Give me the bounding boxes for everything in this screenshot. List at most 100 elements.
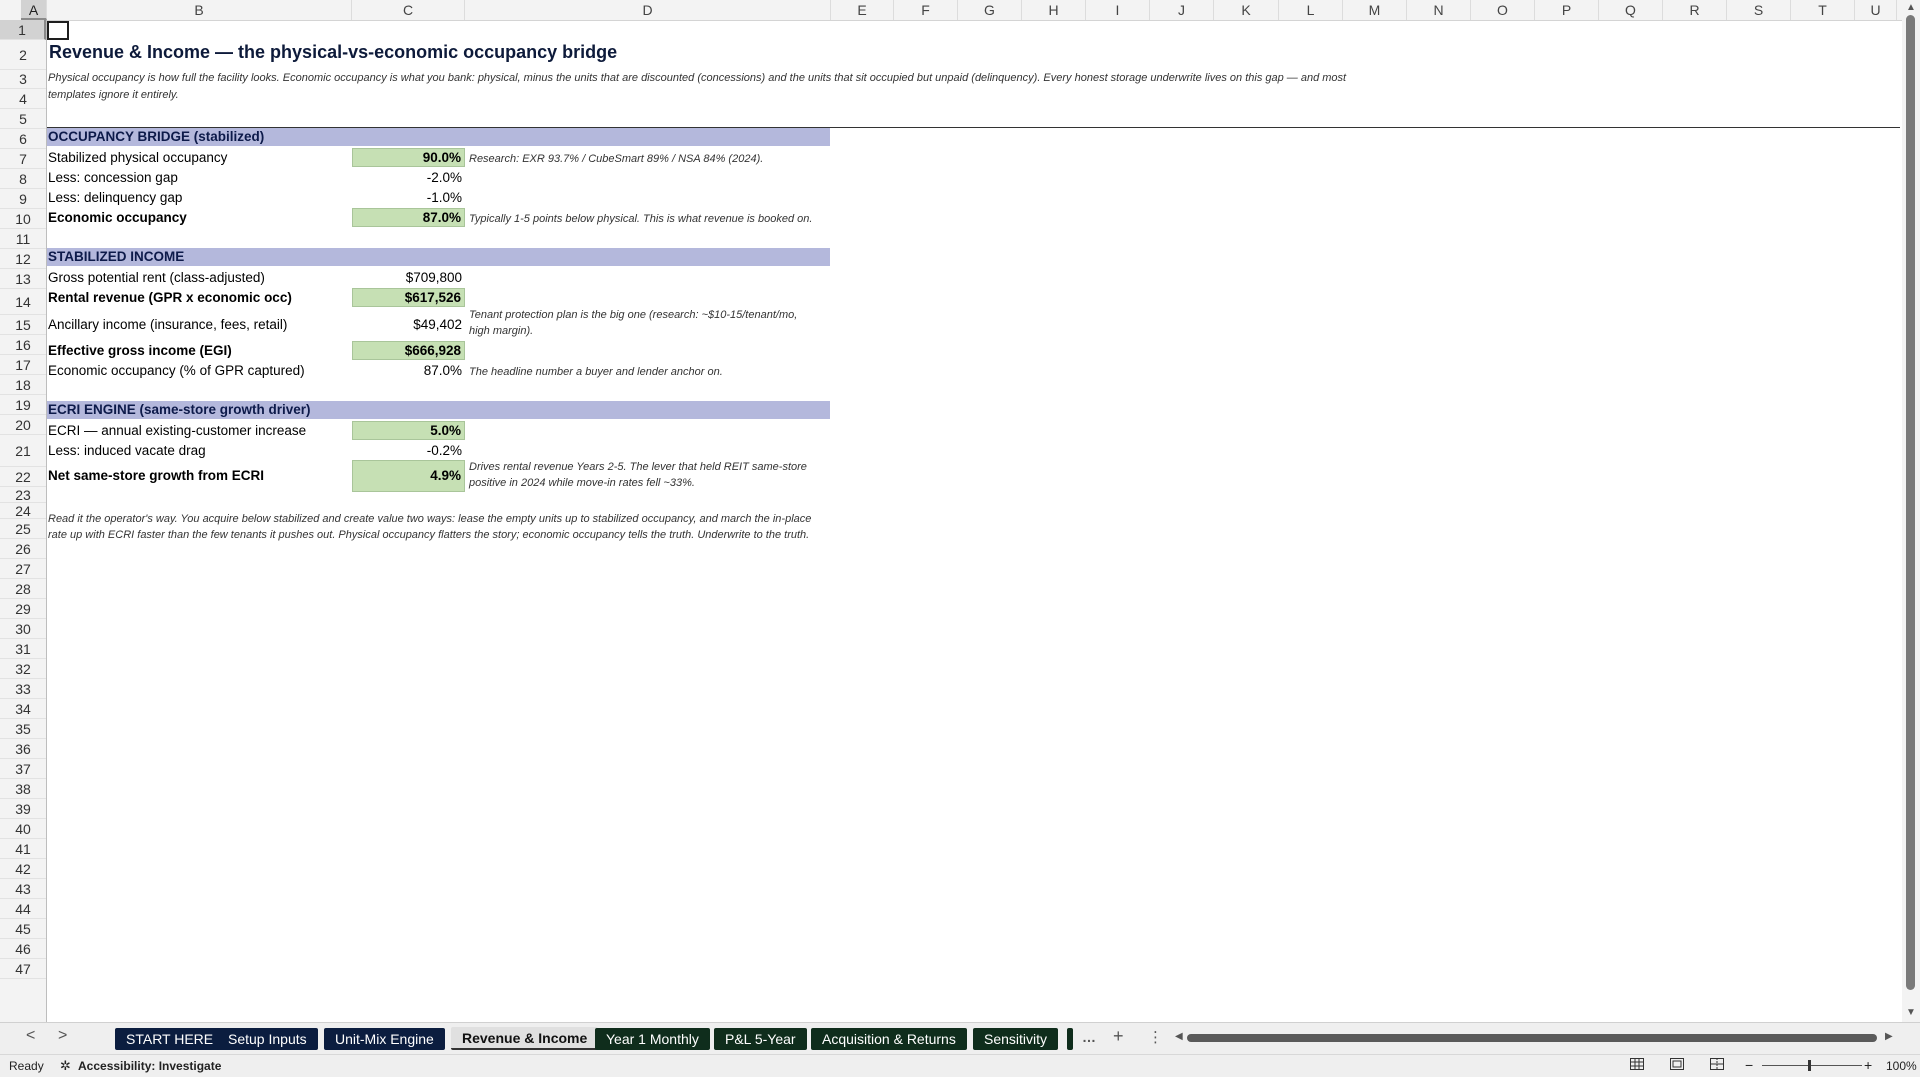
row-header-12[interactable]: 12 bbox=[0, 249, 46, 269]
row-header-39[interactable]: 39 bbox=[0, 799, 46, 819]
row-header-43[interactable]: 43 bbox=[0, 879, 46, 899]
column-header-p[interactable]: P bbox=[1535, 0, 1599, 20]
row-header-45[interactable]: 45 bbox=[0, 919, 46, 939]
column-header-t[interactable]: T bbox=[1791, 0, 1855, 20]
scroll-right-icon[interactable]: ▶ bbox=[1885, 1031, 1893, 1042]
row-header-9[interactable]: 9 bbox=[0, 189, 46, 209]
tab-year-1-monthly[interactable]: Year 1 Monthly bbox=[595, 1028, 710, 1050]
column-header-s[interactable]: S bbox=[1727, 0, 1791, 20]
row-header-36[interactable]: 36 bbox=[0, 739, 46, 759]
vacate-drag-value[interactable]: -0.2% bbox=[352, 443, 465, 458]
active-cell-selection[interactable] bbox=[47, 21, 69, 40]
column-header-l[interactable]: L bbox=[1279, 0, 1343, 20]
row-header-15[interactable]: 15 bbox=[0, 315, 46, 335]
row-header-40[interactable]: 40 bbox=[0, 819, 46, 839]
economic-occupancy-label[interactable]: Economic occupancy bbox=[48, 210, 187, 225]
ancillary-income-value[interactable]: $49,402 bbox=[352, 317, 465, 332]
row-header-44[interactable]: 44 bbox=[0, 899, 46, 919]
row-header-35[interactable]: 35 bbox=[0, 719, 46, 739]
row-header-13[interactable]: 13 bbox=[0, 269, 46, 289]
concession-gap-label[interactable]: Less: concession gap bbox=[48, 170, 178, 185]
row-header-32[interactable]: 32 bbox=[0, 659, 46, 679]
row-header-16[interactable]: 16 bbox=[0, 335, 46, 355]
rental-revenue-label[interactable]: Rental revenue (GPR x economic occ) bbox=[48, 290, 292, 305]
vacate-drag-label[interactable]: Less: induced vacate drag bbox=[48, 443, 206, 458]
row-header-5[interactable]: 5 bbox=[0, 109, 46, 129]
delinquency-gap-value[interactable]: -1.0% bbox=[352, 190, 465, 205]
row-header-20[interactable]: 20 bbox=[0, 415, 46, 435]
row-header-2[interactable]: 2 bbox=[0, 40, 46, 70]
egi-value[interactable]: $666,928 bbox=[352, 341, 465, 360]
row-header-4[interactable]: 4 bbox=[0, 89, 46, 109]
zoom-level[interactable]: 100% bbox=[1886, 1059, 1917, 1073]
physical-occupancy-input[interactable]: 90.0% bbox=[352, 148, 465, 167]
row-header-11[interactable]: 11 bbox=[0, 229, 46, 249]
delinquency-gap-label[interactable]: Less: delinquency gap bbox=[48, 190, 182, 205]
column-header-n[interactable]: N bbox=[1407, 0, 1471, 20]
page-break-view-button[interactable] bbox=[1710, 1058, 1724, 1073]
column-header-h[interactable]: H bbox=[1022, 0, 1086, 20]
tab-overflow-edge[interactable] bbox=[1067, 1028, 1073, 1050]
tab-acquisition-returns[interactable]: Acquisition & Returns bbox=[811, 1028, 967, 1050]
column-header-j[interactable]: J bbox=[1150, 0, 1214, 20]
vertical-scrollbar[interactable]: ▲ ▼ bbox=[1902, 0, 1920, 1022]
row-header-3[interactable]: 3 bbox=[0, 70, 46, 89]
row-header-22[interactable]: 22 bbox=[0, 467, 46, 487]
row-header-19[interactable]: 19 bbox=[0, 395, 46, 415]
scroll-left-icon[interactable]: ◀ bbox=[1175, 1031, 1183, 1042]
column-header-k[interactable]: K bbox=[1214, 0, 1279, 20]
row-header-24[interactable]: 24 bbox=[0, 503, 46, 519]
column-header-o[interactable]: O bbox=[1471, 0, 1535, 20]
gpr-value[interactable]: $709,800 bbox=[352, 270, 465, 285]
row-header-7[interactable]: 7 bbox=[0, 149, 46, 169]
column-header-q[interactable]: Q bbox=[1599, 0, 1663, 20]
rental-revenue-value[interactable]: $617,526 bbox=[352, 288, 465, 307]
stabilized-income-header[interactable]: STABILIZED INCOME bbox=[47, 248, 830, 266]
concession-gap-value[interactable]: -2.0% bbox=[352, 170, 465, 185]
physical-occupancy-label[interactable]: Stabilized physical occupancy bbox=[48, 150, 227, 165]
gpr-label[interactable]: Gross potential rent (class-adjusted) bbox=[48, 270, 265, 285]
column-header-b[interactable]: B bbox=[47, 0, 352, 20]
row-header-25[interactable]: 25 bbox=[0, 519, 46, 539]
column-header-r[interactable]: R bbox=[1663, 0, 1727, 20]
row-header-34[interactable]: 34 bbox=[0, 699, 46, 719]
net-ecri-growth-value[interactable]: 4.9% bbox=[352, 460, 465, 492]
column-header-a[interactable]: A bbox=[21, 0, 47, 20]
row-header-10[interactable]: 10 bbox=[0, 209, 46, 229]
horizontal-scrollbar[interactable]: ◀ ▶ bbox=[1175, 1031, 1895, 1043]
occupancy-bridge-header[interactable]: OCCUPANCY BRIDGE (stabilized) bbox=[47, 128, 830, 146]
economic-pct-value[interactable]: 87.0% bbox=[352, 363, 465, 378]
net-ecri-growth-label[interactable]: Net same-store growth from ECRI bbox=[48, 468, 264, 483]
ancillary-income-label[interactable]: Ancillary income (insurance, fees, retai… bbox=[48, 317, 287, 332]
row-header-23[interactable]: 23 bbox=[0, 487, 46, 503]
tab-start-here[interactable]: START HERE bbox=[115, 1028, 225, 1050]
accessibility-icon[interactable]: ✲ bbox=[60, 1058, 71, 1074]
row-header-33[interactable]: 33 bbox=[0, 679, 46, 699]
column-header-m[interactable]: M bbox=[1343, 0, 1407, 20]
sheet-options-icon[interactable]: ⋮ bbox=[1148, 1028, 1163, 1046]
row-header-8[interactable]: 8 bbox=[0, 169, 46, 189]
horizontal-scroll-thumb[interactable] bbox=[1187, 1034, 1877, 1042]
worksheet-grid[interactable]: Revenue & Income — the physical-vs-econo… bbox=[47, 21, 1900, 1022]
column-header-c[interactable]: C bbox=[352, 0, 465, 20]
row-header-26[interactable]: 26 bbox=[0, 539, 46, 559]
zoom-out-icon[interactable]: − bbox=[1745, 1057, 1753, 1073]
vertical-scroll-thumb[interactable] bbox=[1906, 15, 1915, 990]
row-header-46[interactable]: 46 bbox=[0, 939, 46, 959]
column-header-i[interactable]: I bbox=[1086, 0, 1150, 20]
tab-sensitivity[interactable]: Sensitivity bbox=[973, 1028, 1059, 1050]
column-header-f[interactable]: F bbox=[894, 0, 958, 20]
row-header-37[interactable]: 37 bbox=[0, 759, 46, 779]
zoom-slider[interactable] bbox=[1762, 1065, 1862, 1066]
column-header-g[interactable]: G bbox=[958, 0, 1022, 20]
row-header-29[interactable]: 29 bbox=[0, 599, 46, 619]
normal-view-button[interactable] bbox=[1630, 1058, 1644, 1073]
column-header-d[interactable]: D bbox=[465, 0, 831, 20]
row-header-21[interactable]: 21 bbox=[0, 435, 46, 467]
row-header-47[interactable]: 47 bbox=[0, 959, 46, 979]
scroll-down-icon[interactable]: ▼ bbox=[1906, 1007, 1916, 1018]
row-header-14[interactable]: 14 bbox=[0, 289, 46, 315]
zoom-in-icon[interactable]: + bbox=[1864, 1057, 1872, 1073]
row-header-28[interactable]: 28 bbox=[0, 579, 46, 599]
accessibility-status[interactable]: Accessibility: Investigate bbox=[78, 1059, 221, 1073]
